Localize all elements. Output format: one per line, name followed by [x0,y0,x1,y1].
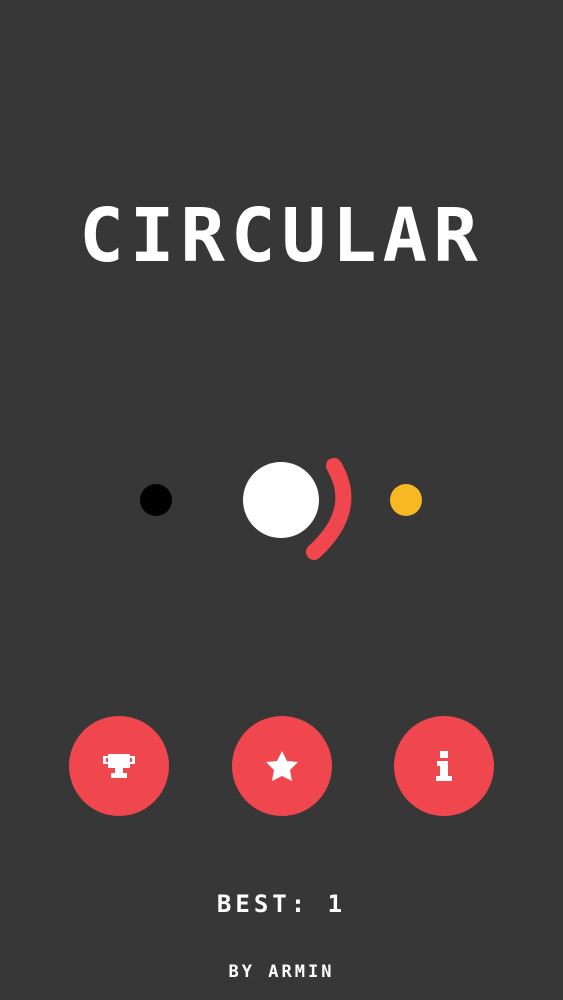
best-score: BEST: 1 [0,890,563,918]
game-preview-graphic [140,458,422,560]
black-dot [140,484,172,516]
trophy-icon [103,754,135,778]
menu-buttons [0,716,563,816]
game-preview [0,440,563,580]
game-screen: CIRCULAR BEST: 1 BY ARMIN [0,0,563,1000]
info-button[interactable] [394,716,494,816]
player-ball [243,462,319,538]
yellow-dot [390,484,422,516]
star-icon [266,751,298,781]
rate-button[interactable] [232,716,332,816]
leaderboard-button[interactable] [69,716,169,816]
best-score-label: BEST: [216,890,310,918]
game-title: CIRCULAR [79,193,484,279]
author-credit: BY ARMIN [228,962,335,982]
info-icon [436,751,452,781]
best-score-value: 1 [327,890,347,918]
